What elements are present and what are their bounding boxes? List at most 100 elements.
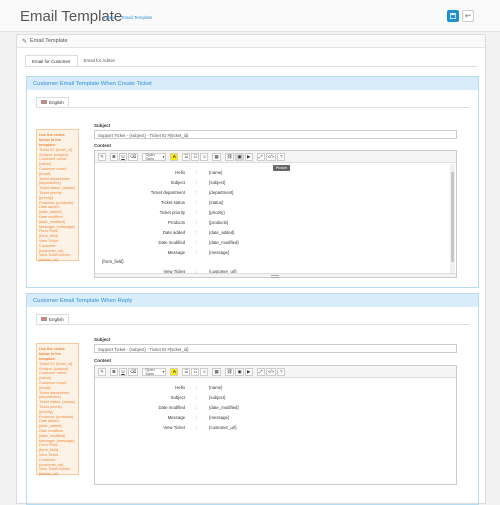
- content-label: Content: [94, 358, 111, 363]
- font-color-button[interactable]: A: [170, 367, 179, 376]
- field-colon: :: [196, 190, 198, 195]
- code-line: {admin_url}: [39, 472, 59, 477]
- table-button[interactable]: ▦: [212, 367, 221, 376]
- editor-toolbar: ✎ B U ⌫ Open Sans ▾ A ☰ ☷ ≡ ▦ ⛓ ▣ ▶ ⤢ </…: [95, 366, 456, 378]
- field-value: {status}: [209, 200, 224, 205]
- editor-toolbar: ✎ B U ⌫ Open Sans ▾ A ☰ ☷ ≡ ▦ ⛓ ▣ ▶ ⤢ </…: [95, 151, 456, 163]
- scrollbar-thumb[interactable]: [451, 172, 454, 262]
- uk-flag-icon: [41, 100, 47, 104]
- style-button[interactable]: ✎: [98, 152, 106, 161]
- subject-input[interactable]: Support Ticket - {subject} - Ticket ID #…: [94, 344, 457, 353]
- field-label: Date added: [162, 230, 185, 235]
- clear-format-button[interactable]: ⌫: [128, 152, 139, 161]
- link-button[interactable]: ⛓: [224, 152, 235, 161]
- picture-tooltip: Picture: [273, 165, 290, 171]
- field-colon: :: [196, 250, 198, 255]
- style-button[interactable]: ✎: [98, 367, 106, 376]
- code-line: Ticket priority: {priority}: [39, 191, 63, 200]
- video-button[interactable]: ▶: [244, 152, 253, 161]
- page-header: Email Template Home › Email Template ↩: [0, 0, 500, 32]
- paragraph-align-button[interactable]: ≡: [200, 367, 209, 376]
- language-tab-english[interactable]: English: [36, 97, 69, 107]
- bold-button[interactable]: B: [110, 152, 118, 161]
- code-view-button[interactable]: </>: [265, 367, 277, 376]
- breadcrumb-home[interactable]: Home: [104, 15, 116, 20]
- section-title: Customer Email Template When Reply: [27, 294, 478, 307]
- breadcrumb-separator: ›: [118, 15, 120, 20]
- unordered-list-button[interactable]: ☰: [182, 367, 191, 376]
- field-colon: :: [196, 395, 198, 400]
- code-line: {admin_url}: [39, 258, 59, 263]
- table-button[interactable]: ▦: [212, 152, 221, 161]
- field-label: Ticket department: [150, 190, 185, 195]
- editor-scrollbar[interactable]: [450, 164, 455, 274]
- language-tab-english[interactable]: English: [36, 314, 69, 324]
- font-family-select[interactable]: Open Sans ▾: [142, 152, 167, 161]
- code-line: Customer email: {email}: [39, 381, 67, 390]
- code-view-button[interactable]: </>: [265, 152, 277, 161]
- picture-button[interactable]: ▣: [235, 367, 244, 376]
- field-colon: :: [196, 230, 198, 235]
- help-button[interactable]: ?: [277, 367, 286, 376]
- back-button[interactable]: ↩: [462, 10, 474, 22]
- unordered-list-button[interactable]: ☰: [182, 152, 191, 161]
- code-line: Customer name: {name}: [39, 157, 68, 167]
- code-line: Customer name: {name}: [39, 371, 68, 381]
- section-create-ticket: Customer Email Template When Create Tick…: [26, 76, 479, 288]
- underline-button[interactable]: U: [119, 367, 127, 376]
- email-template-panel: ✎ Email Template Email for Customer Emai…: [16, 34, 486, 505]
- font-family-value: Open Sans: [145, 367, 155, 376]
- field-value: {department}: [209, 190, 234, 195]
- code-line: View Ticket Customer:: [39, 453, 59, 462]
- field-label: Products: [168, 220, 185, 225]
- field-value: {customer_url}: [209, 425, 237, 430]
- field-colon: :: [196, 425, 198, 430]
- help-button[interactable]: ?: [277, 152, 286, 161]
- ordered-list-button[interactable]: ☷: [191, 152, 200, 161]
- breadcrumb: Home › Email Template: [104, 15, 152, 20]
- field-label: Message: [167, 415, 185, 420]
- subject-input[interactable]: Support Ticket - {subject} - Ticket ID #…: [94, 130, 457, 139]
- codes-hint-heading: Use the codes below in the template:: [39, 347, 65, 361]
- field-label: Ticket status: [161, 200, 185, 205]
- breadcrumb-current[interactable]: Email Template: [122, 15, 153, 20]
- font-color-button[interactable]: A: [170, 152, 179, 161]
- code-line: Ticket priority: {priority}: [39, 405, 63, 414]
- field-value: {date_modified}: [209, 240, 239, 245]
- section-title: Customer Email Template When Create Tick…: [27, 77, 478, 90]
- save-button[interactable]: [447, 10, 459, 22]
- field-colon: :: [196, 180, 198, 185]
- codes-hint-heading: Use the codes below in the template:: [39, 133, 65, 147]
- bold-button[interactable]: B: [110, 367, 118, 376]
- field-value: {subject}: [209, 395, 226, 400]
- field-colon: :: [196, 405, 198, 410]
- code-line: View Ticket Customer:: [39, 239, 59, 248]
- field-value: {priority}: [209, 210, 225, 215]
- field-colon: :: [196, 240, 198, 245]
- form-field-placeholder: {form_field}: [102, 259, 124, 264]
- language-tabs-divider: [36, 324, 469, 325]
- template-codes-hint: Use the codes below in the template: Tic…: [36, 343, 79, 477]
- ordered-list-button[interactable]: ☷: [191, 367, 200, 376]
- fullscreen-button[interactable]: ⤢: [256, 152, 265, 161]
- editor-resize-handle[interactable]: [95, 273, 456, 278]
- panel-heading-title: Email Template: [30, 38, 68, 44]
- field-value: {message}: [209, 250, 230, 255]
- code-line: Date added: {date_added}: [39, 205, 62, 215]
- language-tabs-divider: [36, 107, 469, 108]
- section-reply: Customer Email Template When Reply Engli…: [26, 293, 479, 505]
- clear-format-button[interactable]: ⌫: [128, 367, 139, 376]
- underline-button[interactable]: U: [119, 152, 127, 161]
- fullscreen-button[interactable]: ⤢: [256, 367, 265, 376]
- field-value: {name}: [209, 170, 223, 175]
- language-label: English: [49, 316, 64, 322]
- subject-label: Subject: [94, 337, 111, 342]
- paragraph-align-button[interactable]: ≡: [200, 152, 209, 161]
- field-value: {message}: [209, 415, 230, 420]
- pencil-icon: ✎: [22, 38, 28, 45]
- field-label: View Ticket: [163, 425, 185, 430]
- font-family-select[interactable]: Open Sans ▾: [142, 367, 167, 376]
- picture-button[interactable]: ▣: [235, 152, 244, 161]
- link-button[interactable]: ⛓: [224, 367, 235, 376]
- video-button[interactable]: ▶: [244, 367, 253, 376]
